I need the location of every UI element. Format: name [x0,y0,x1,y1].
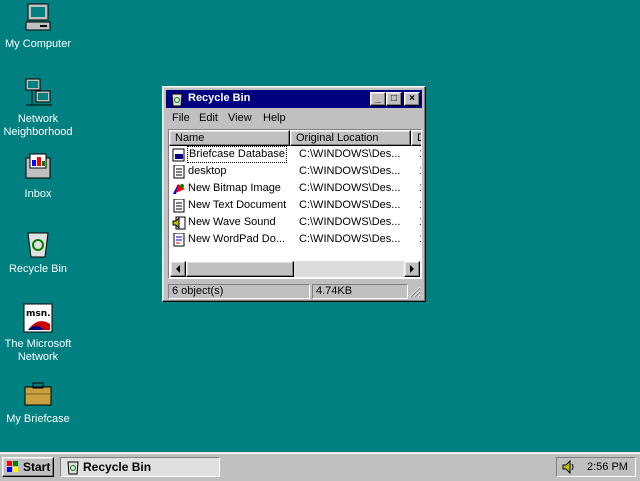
window-titlebar[interactable]: Recycle Bin _ □ × [166,90,422,108]
list-item[interactable]: New Text Document C:\WINDOWS\Des... 1 [170,198,421,215]
text-file-icon [172,164,186,179]
status-size: 4.74KB [312,284,408,299]
arrow-left-icon [176,265,180,273]
arrow-right-icon [410,265,414,273]
windows-logo-icon [6,460,20,477]
maximize-button[interactable]: □ [386,92,402,106]
resize-grip-icon[interactable] [409,286,421,298]
recycle-bin-icon [22,227,54,259]
desktop-icon-my-briefcase[interactable]: My Briefcase [0,377,76,426]
taskbar: Start Recycle Bin 2:56 PM [0,452,640,481]
file-list-view[interactable]: Name Original Location D Briefcase Datab… [168,129,422,279]
desktop-icon-label: My Computer [4,38,72,50]
desktop-icon-inbox[interactable]: Inbox [0,152,76,201]
desktop-icon-label: The Microsoft [4,338,72,350]
column-header-original-location[interactable]: Original Location [290,130,411,146]
menu-help[interactable]: Help [263,112,286,124]
desktop-icon-my-computer[interactable]: My Computer [0,2,76,51]
menu-edit[interactable]: Edit [199,112,218,124]
desktop-icon-label: Network [17,113,59,125]
sound-icon [172,216,186,230]
network-neighborhood-icon [22,77,54,109]
horizontal-scrollbar[interactable] [170,261,420,277]
paint-icon [172,182,186,196]
desktop-icon-label: Inbox [24,188,52,200]
menu-file[interactable]: File [172,112,190,124]
scroll-thumb[interactable] [186,261,294,277]
desktop-icon-recycle-bin[interactable]: Recycle Bin [0,227,76,276]
menu-bar: File Edit View Help [166,109,422,127]
taskbar-button-label: Recycle Bin [83,460,152,474]
recycle-bin-small-icon [65,459,81,478]
close-button[interactable]: × [404,92,420,106]
system-tray: 2:56 PM [556,457,636,477]
text-file-icon [172,198,186,213]
start-button[interactable]: Start [2,457,54,477]
column-header-name[interactable]: Name [169,130,290,146]
start-label: Start [23,460,51,474]
list-item[interactable]: New Bitmap Image C:\WINDOWS\Des... 1 [170,181,421,198]
svg-text:msn.: msn. [26,309,51,319]
inbox-icon [22,152,54,184]
minimize-button[interactable]: _ [370,92,386,106]
recycle-bin-window: Recycle Bin _ □ × File Edit View Help Na… [162,86,426,302]
desktop-icon-label: Recycle Bin [8,263,68,275]
status-object-count: 6 object(s) [168,284,310,299]
list-item[interactable]: desktop C:\WINDOWS\Des... 1 [170,164,421,181]
desktop-icon-label-line2: Neighborhood [3,126,73,138]
volume-icon[interactable] [561,459,577,478]
desktop-icon-network-neighborhood[interactable]: Network Neighborhood [0,77,76,139]
window-title: Recycle Bin [188,92,251,104]
recycle-bin-small-icon [169,91,185,107]
desktop-icon-label: My Briefcase [6,413,70,425]
briefcase-icon [22,377,54,409]
clock[interactable]: 2:56 PM [587,461,628,473]
wordpad-icon [172,232,186,247]
my-computer-icon [22,2,54,34]
menu-view[interactable]: View [228,112,252,124]
briefcase-db-icon [172,148,186,162]
list-item[interactable]: Briefcase Database C:\WINDOWS\Des... 1 [170,146,421,164]
msn-icon: msn. [22,302,54,334]
scroll-left-button[interactable] [170,261,186,277]
desktop-icon-microsoft-network[interactable]: msn. The Microsoft Network [0,302,76,364]
taskbar-button-recycle-bin[interactable]: Recycle Bin [60,457,220,477]
list-item[interactable]: New WordPad Do... C:\WINDOWS\Des... 1 [170,232,421,249]
scroll-right-button[interactable] [404,261,420,277]
list-item[interactable]: New Wave Sound C:\WINDOWS\Des... 1 [170,215,421,232]
desktop-icon-label-line2: Network [17,351,59,363]
status-bar: 6 object(s) 4.74KB [166,283,422,300]
column-header-date[interactable]: D [411,130,421,146]
